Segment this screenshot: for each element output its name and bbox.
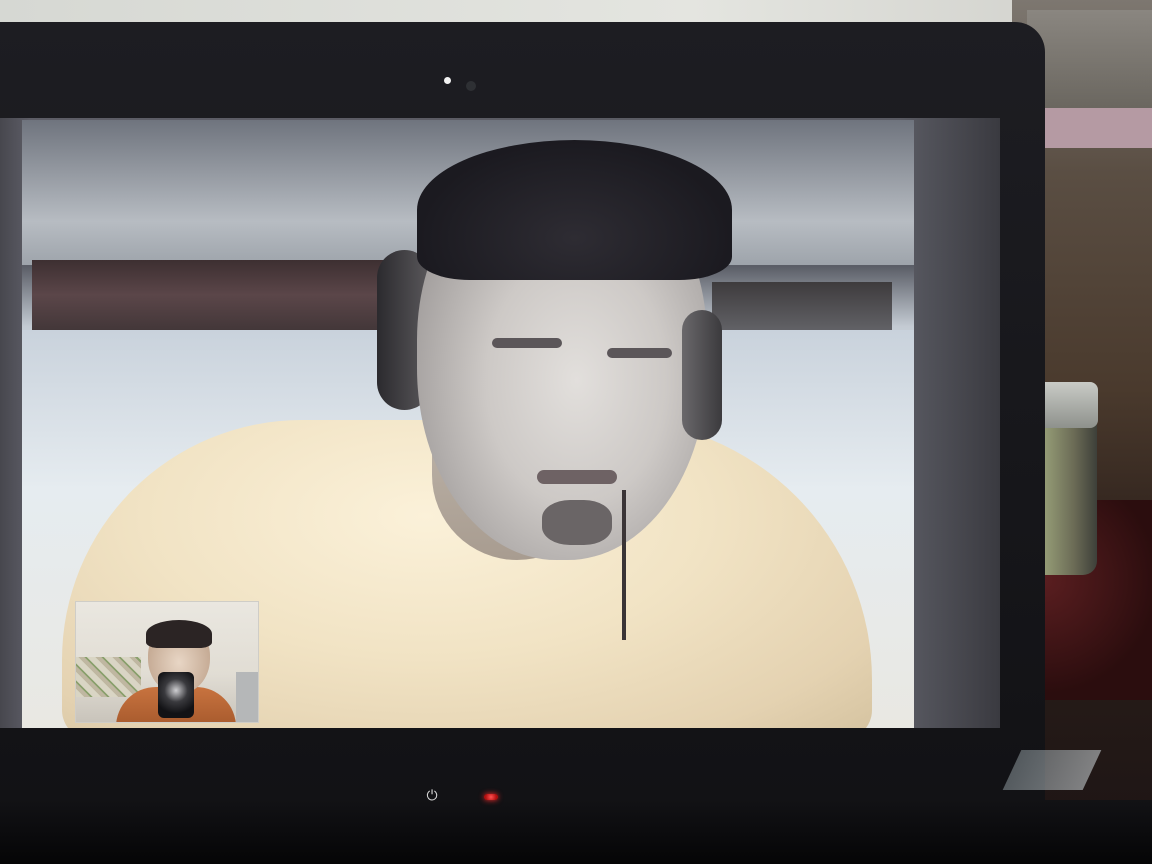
- photo-scene: ⏻: [0, 0, 1152, 864]
- self-view-video[interactable]: [76, 602, 258, 722]
- remote-person-goatee: [542, 500, 612, 545]
- webcam-lens: [466, 81, 476, 91]
- remote-room-beam-left: [32, 260, 412, 330]
- self-view-sofa: [76, 657, 141, 697]
- pink-box: [1027, 108, 1152, 148]
- shelf: [1027, 10, 1152, 110]
- status-led: [484, 794, 498, 800]
- headphone-cord: [622, 490, 626, 640]
- remote-person-hair: [417, 140, 732, 280]
- power-icon: ⏻: [426, 788, 438, 804]
- remote-person-eye-left: [492, 338, 562, 348]
- laptop-keyboard: [0, 800, 1152, 864]
- headphone-right: [682, 310, 722, 440]
- self-view-phone-camera: [158, 672, 194, 718]
- self-view-door: [236, 672, 258, 722]
- self-view-person-hair: [146, 620, 212, 648]
- webcam-light: [444, 77, 451, 84]
- remote-person-mouth: [537, 470, 617, 484]
- remote-person-eye-right: [607, 348, 672, 358]
